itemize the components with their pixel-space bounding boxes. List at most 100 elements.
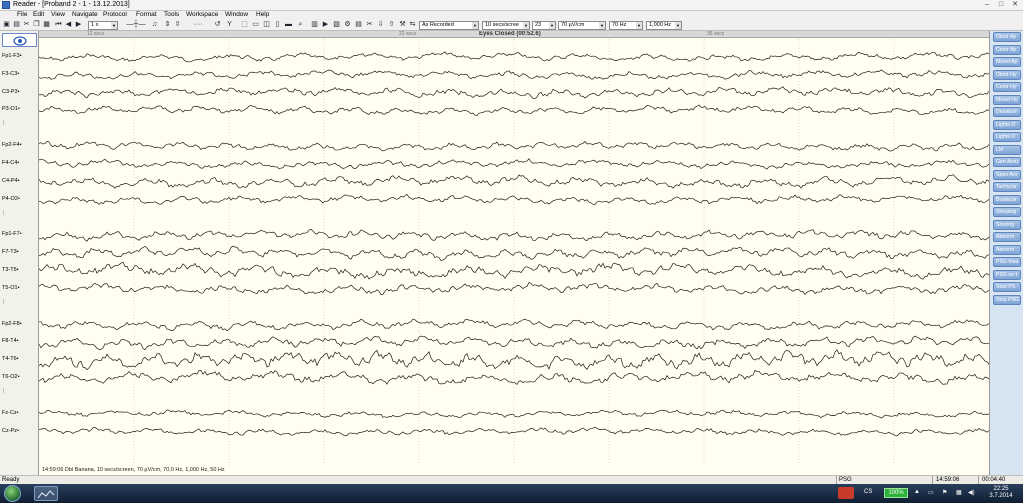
tray-arrow-icon[interactable]: ▲ [914,489,920,501]
menu-window[interactable]: Window [225,11,248,18]
marker-icon[interactable]: Y [225,21,234,29]
first-page-icon[interactable]: ⏮ [54,21,63,29]
play-icon[interactable]: ▶ [74,21,83,29]
channel-label[interactable]: F7-T3• [2,249,19,255]
shrink-icon[interactable]: ▭ [251,21,260,29]
minimize-button[interactable]: – [982,1,992,9]
menu-edit[interactable]: Edit [33,11,44,18]
sensitivity-select[interactable]: 70 µV/cm ▼ [558,21,606,30]
zoom-badge[interactable]: 100% [884,488,908,498]
event-button[interactable]: Start PS [993,282,1021,292]
lowpass-select[interactable]: 70 Hz ▼ [609,21,643,30]
channel-label[interactable]: F3-C3• [2,71,19,77]
event-button[interactable]: Obstr Ap [993,32,1021,42]
menu-navigate[interactable]: Navigate [72,11,98,18]
highpass-select[interactable]: 1,000 Hz ▼ [646,21,682,30]
language-indicator[interactable]: CS [864,489,872,501]
channel-label[interactable]: Fp1-F7• [2,231,22,237]
event-button[interactable]: Abnorm [993,232,1021,242]
channel-label[interactable]: C4-P4• [2,178,20,184]
slider-icon[interactable]: —┼— [124,21,148,29]
event-button[interactable]: PSG no t [993,269,1021,280]
spread-icon[interactable]: ⇕ [163,21,172,29]
export-icon[interactable]: ⇩ [376,21,385,29]
gear-icon[interactable]: ⚙ [343,21,352,29]
event-button[interactable]: Spon Aro [993,169,1021,180]
cut-icon[interactable]: ✂ [22,21,31,29]
channel-label[interactable]: T4-T6• [2,356,19,362]
channel-label[interactable]: P4-O2• [2,196,20,202]
recording-select[interactable]: As Recorded ▼ [419,21,479,30]
event-button[interactable]: Snoring [993,219,1021,230]
play-back-icon[interactable]: ◀ [64,21,73,29]
fit-icon[interactable]: ▬ [284,21,293,29]
video-icon[interactable]: ▶ [321,21,330,29]
save-icon[interactable]: ▣ [2,21,11,29]
filter-icon[interactable]: ▧ [332,21,341,29]
event-button[interactable]: PSG Inva [993,257,1021,267]
note-icon[interactable]: ♫ [150,21,159,29]
menu-protocol[interactable]: Protocol [103,11,127,18]
event-button[interactable]: Stop PSG [993,294,1021,305]
taskbar-app-reader[interactable] [34,486,58,501]
arrow-left-right-icon[interactable]: ⇆ [408,21,417,29]
channel-label[interactable]: T5-O1• [2,285,20,291]
close-button[interactable]: ✕ [1010,1,1020,9]
report-icon[interactable]: ▤ [354,21,363,29]
eeg-trace-area[interactable]: 12 secs Eyes Closed (00:52.6) 22 secs 35… [39,31,989,475]
event-button[interactable]: Gen Arou [993,157,1021,167]
select-icon[interactable]: ⬚ [240,21,249,29]
event-button[interactable]: Bradycar [993,194,1021,205]
menu-help[interactable]: Help [256,11,269,18]
compress-icon[interactable]: ⇳ [173,21,182,29]
event-button[interactable]: Centr Ap [993,44,1021,55]
event-button[interactable]: Abnorm [993,244,1021,255]
event-button[interactable]: Mixed Hy [993,94,1021,105]
event-button[interactable]: Sleeping [993,207,1021,217]
speed-select[interactable]: 1 x ▼ [88,21,118,30]
event-button[interactable]: Tachycar [993,182,1021,192]
event-button[interactable]: Obstr Hy [993,69,1021,80]
dotted-scale-icon[interactable]: ···· [185,21,211,29]
channel-label[interactable]: Fz-Cz• [2,410,19,416]
tray-flag-icon[interactable] [838,487,854,499]
print-icon[interactable]: ▤ [12,21,21,29]
event-button[interactable]: Centr Hy [993,82,1021,92]
timebase-select[interactable]: 10 secs/scree ▼ [482,21,530,30]
channel-label[interactable]: T3-T5• [2,267,19,273]
menu-workspace[interactable]: Workspace [186,11,218,18]
channel-label[interactable]: Cz-Pz• [2,428,19,434]
channel-label[interactable]: F8-T4• [2,338,19,344]
start-button[interactable] [4,485,21,502]
channels-select[interactable]: 23 ▼ [532,21,556,30]
event-button[interactable]: Lights O [993,132,1021,142]
channel-label[interactable]: F4-C4• [2,160,19,166]
event-button[interactable]: Lights O [993,119,1021,130]
menu-format[interactable]: Format [136,11,157,18]
tray-network-icon[interactable]: ▦ [956,489,962,501]
tray-monitor-icon[interactable]: ▭ [928,489,934,501]
channel-label[interactable]: Fp1-F3• [2,53,22,59]
menu-file[interactable]: File [17,11,27,18]
paste-icon[interactable]: ▦ [42,21,51,29]
import-icon[interactable]: ⇧ [387,21,396,29]
channel-label[interactable]: T6-O2• [2,374,20,380]
event-bar[interactable]: 12 secs Eyes Closed (00:52.6) 22 secs 35… [39,31,989,38]
stretch-icon[interactable]: ▯ [273,21,282,29]
expand-icon[interactable]: ◫ [262,21,271,29]
menu-tools[interactable]: Tools [164,11,179,18]
event-button[interactable]: LM [993,144,1021,155]
event-button[interactable]: Desature [993,107,1021,117]
zoom-icon[interactable]: ⌕ [296,21,305,29]
tray-network-icon[interactable]: ⚑ [942,489,947,501]
menu-view[interactable]: View [51,11,65,18]
settings-icon[interactable]: ⚒ [398,21,407,29]
channel-label[interactable]: P3-O1• [2,106,20,112]
channel-label[interactable]: Fp2-F4• [2,142,22,148]
clock[interactable]: 22:25 3.7.2014 [982,486,1020,500]
volume-icon[interactable]: ◀) [968,489,975,501]
montage-icon[interactable]: ▥ [310,21,319,29]
event-button[interactable]: Mixed Ap [993,57,1021,67]
undo-icon[interactable]: ↺ [213,21,222,29]
copy-icon[interactable]: ❐ [32,21,41,29]
